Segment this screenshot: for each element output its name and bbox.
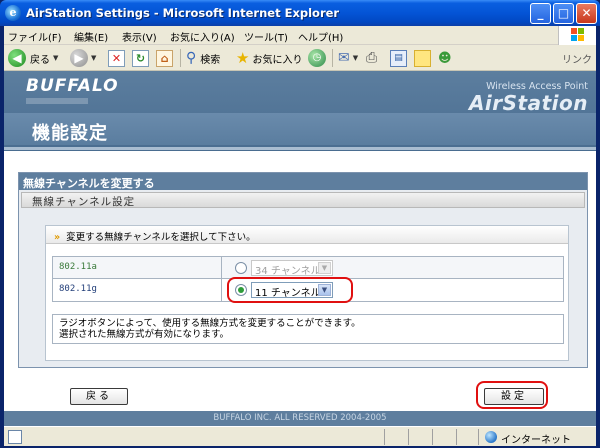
- menu-view[interactable]: 表示(V): [122, 29, 157, 44]
- note-icon: [414, 49, 431, 67]
- edit-page-icon: ▤: [390, 49, 407, 67]
- printer-icon: ⎙: [366, 50, 378, 66]
- status-divider: [456, 429, 457, 445]
- search-icon: ⚲: [186, 50, 197, 66]
- mail-icon: ✉: [338, 50, 350, 66]
- messenger-icon: ☻: [438, 50, 452, 66]
- stop-icon: ✕: [108, 49, 125, 67]
- title-bar[interactable]: e AirStation Settings - Microsoft Intern…: [0, 0, 600, 26]
- back-label: 戻る: [30, 54, 50, 66]
- refresh-button[interactable]: ↻: [132, 48, 149, 68]
- column-divider: [221, 279, 222, 301]
- discuss-button[interactable]: [414, 48, 431, 68]
- favorites-label: お気に入り: [252, 54, 303, 66]
- edit-button[interactable]: ▤: [390, 48, 407, 68]
- chevron-down-icon[interactable]: ▼: [91, 54, 96, 62]
- page-title: 機能設定: [32, 123, 108, 144]
- close-button[interactable]: ✕: [576, 3, 597, 24]
- ie-logo-icon: e: [5, 5, 21, 21]
- model-name-bar: [26, 98, 88, 104]
- status-bar: インターネット: [4, 426, 596, 446]
- history-button[interactable]: ◷: [308, 48, 326, 68]
- channel-select-value: 34 チャンネル: [255, 266, 321, 277]
- highlight-ring: [227, 277, 353, 303]
- status-divider: [432, 429, 433, 445]
- channel-select-802-11a[interactable]: 34 チャンネル ▼: [251, 260, 333, 277]
- chevron-down-icon[interactable]: ▼: [53, 54, 58, 62]
- panel-subheading: 無線チャンネル設定: [21, 192, 585, 208]
- header-divider: [4, 147, 596, 150]
- window-title: AirStation Settings - Microsoft Internet…: [26, 6, 340, 20]
- home-button[interactable]: ⌂: [156, 48, 173, 68]
- messenger-button[interactable]: ☻: [438, 48, 452, 68]
- settings-box: » 変更する無線チャンネルを選択して下さい。 802.11a 34 チャンネル ▼…: [45, 225, 569, 361]
- stop-button[interactable]: ✕: [108, 48, 125, 68]
- menu-help[interactable]: ヘルプ(H): [298, 29, 343, 44]
- web-page: BUFFALO Wireless Access Point AirStation…: [4, 71, 596, 426]
- toolbar: ◀ 戻る ▼ ▶ ▼ ✕ ↻ ⌂ ⚲ 検索 ★ お気に入り ◷ ✉ ▼ ⎙ ▤ …: [4, 45, 596, 71]
- windows-logo: [558, 26, 596, 45]
- buffalo-logo: BUFFALO: [26, 76, 119, 96]
- airstation-logo: AirStation: [468, 91, 588, 115]
- menu-favorites[interactable]: お気に入り(A): [170, 29, 235, 44]
- toolbar-separator: [180, 49, 181, 67]
- forward-arrow-icon: ▶: [70, 49, 88, 67]
- back-arrow-icon: ◀: [8, 49, 26, 67]
- radio-802-11a[interactable]: [235, 262, 247, 274]
- minimize-button[interactable]: _: [530, 3, 551, 24]
- status-divider: [408, 429, 409, 445]
- copyright-footer: BUFFALO INC. ALL RESERVED 2004-2005: [4, 411, 596, 426]
- chevron-down-icon: ▼: [318, 262, 331, 274]
- security-zone: インターネット: [478, 429, 594, 446]
- toolbar-separator: [332, 49, 333, 67]
- home-icon: ⌂: [156, 49, 173, 67]
- refresh-icon: ↻: [132, 49, 149, 67]
- note-line-2: 選択された無線方式が有効になります。: [59, 329, 230, 340]
- double-chevron-icon: »: [54, 232, 61, 243]
- status-divider: [384, 429, 385, 445]
- menu-file[interactable]: ファイル(F): [8, 29, 62, 44]
- browser-window: e AirStation Settings - Microsoft Intern…: [0, 0, 600, 448]
- windows-flag-icon: [571, 28, 585, 42]
- help-note: ラジオボタンによって、使用する無線方式を変更することができます。 選択された無線…: [52, 314, 564, 344]
- favorites-button[interactable]: ★ お気に入り: [236, 48, 302, 68]
- links-label[interactable]: リンク: [562, 51, 592, 66]
- print-button[interactable]: ⎙: [366, 48, 377, 68]
- instruction-bar: » 変更する無線チャンネルを選択して下さい。: [46, 226, 568, 244]
- chevron-down-icon[interactable]: ▼: [353, 54, 358, 62]
- maximize-button[interactable]: □: [553, 3, 574, 24]
- menu-edit[interactable]: 編集(E): [74, 29, 108, 44]
- globe-icon: [485, 431, 497, 443]
- page-loaded-icon: [8, 430, 22, 444]
- mode-label: 802.11a: [59, 262, 97, 272]
- highlight-ring: [476, 381, 548, 409]
- back-page-button[interactable]: 戻る: [70, 388, 128, 405]
- history-icon: ◷: [308, 49, 326, 67]
- forward-button[interactable]: ▶ ▼: [70, 48, 96, 68]
- page-header: BUFFALO Wireless Access Point AirStation…: [4, 71, 596, 151]
- back-button[interactable]: ◀ 戻る ▼: [8, 48, 58, 68]
- table-row: 802.11a 34 チャンネル ▼: [53, 257, 563, 279]
- menu-bar: ファイル(F) 編集(E) 表示(V) お気に入り(A) ツール(T) ヘルプ(…: [4, 26, 596, 45]
- mail-button[interactable]: ✉ ▼: [338, 48, 358, 68]
- zone-label: インターネット: [501, 435, 571, 446]
- channel-panel: 無線チャンネルを変更する 無線チャンネル設定 » 変更する無線チャンネルを選択して…: [18, 172, 588, 368]
- menu-tools[interactable]: ツール(T): [244, 29, 288, 44]
- note-line-1: ラジオボタンによって、使用する無線方式を変更することができます。: [59, 318, 361, 329]
- search-label: 検索: [200, 54, 221, 66]
- panel-heading: 無線チャンネルを変更する: [19, 173, 587, 190]
- mode-label: 802.11g: [59, 284, 97, 294]
- instruction-text: 変更する無線チャンネルを選択して下さい。: [66, 232, 256, 243]
- search-button[interactable]: ⚲ 検索: [186, 48, 220, 68]
- star-icon: ★: [236, 49, 250, 67]
- column-divider: [221, 257, 222, 279]
